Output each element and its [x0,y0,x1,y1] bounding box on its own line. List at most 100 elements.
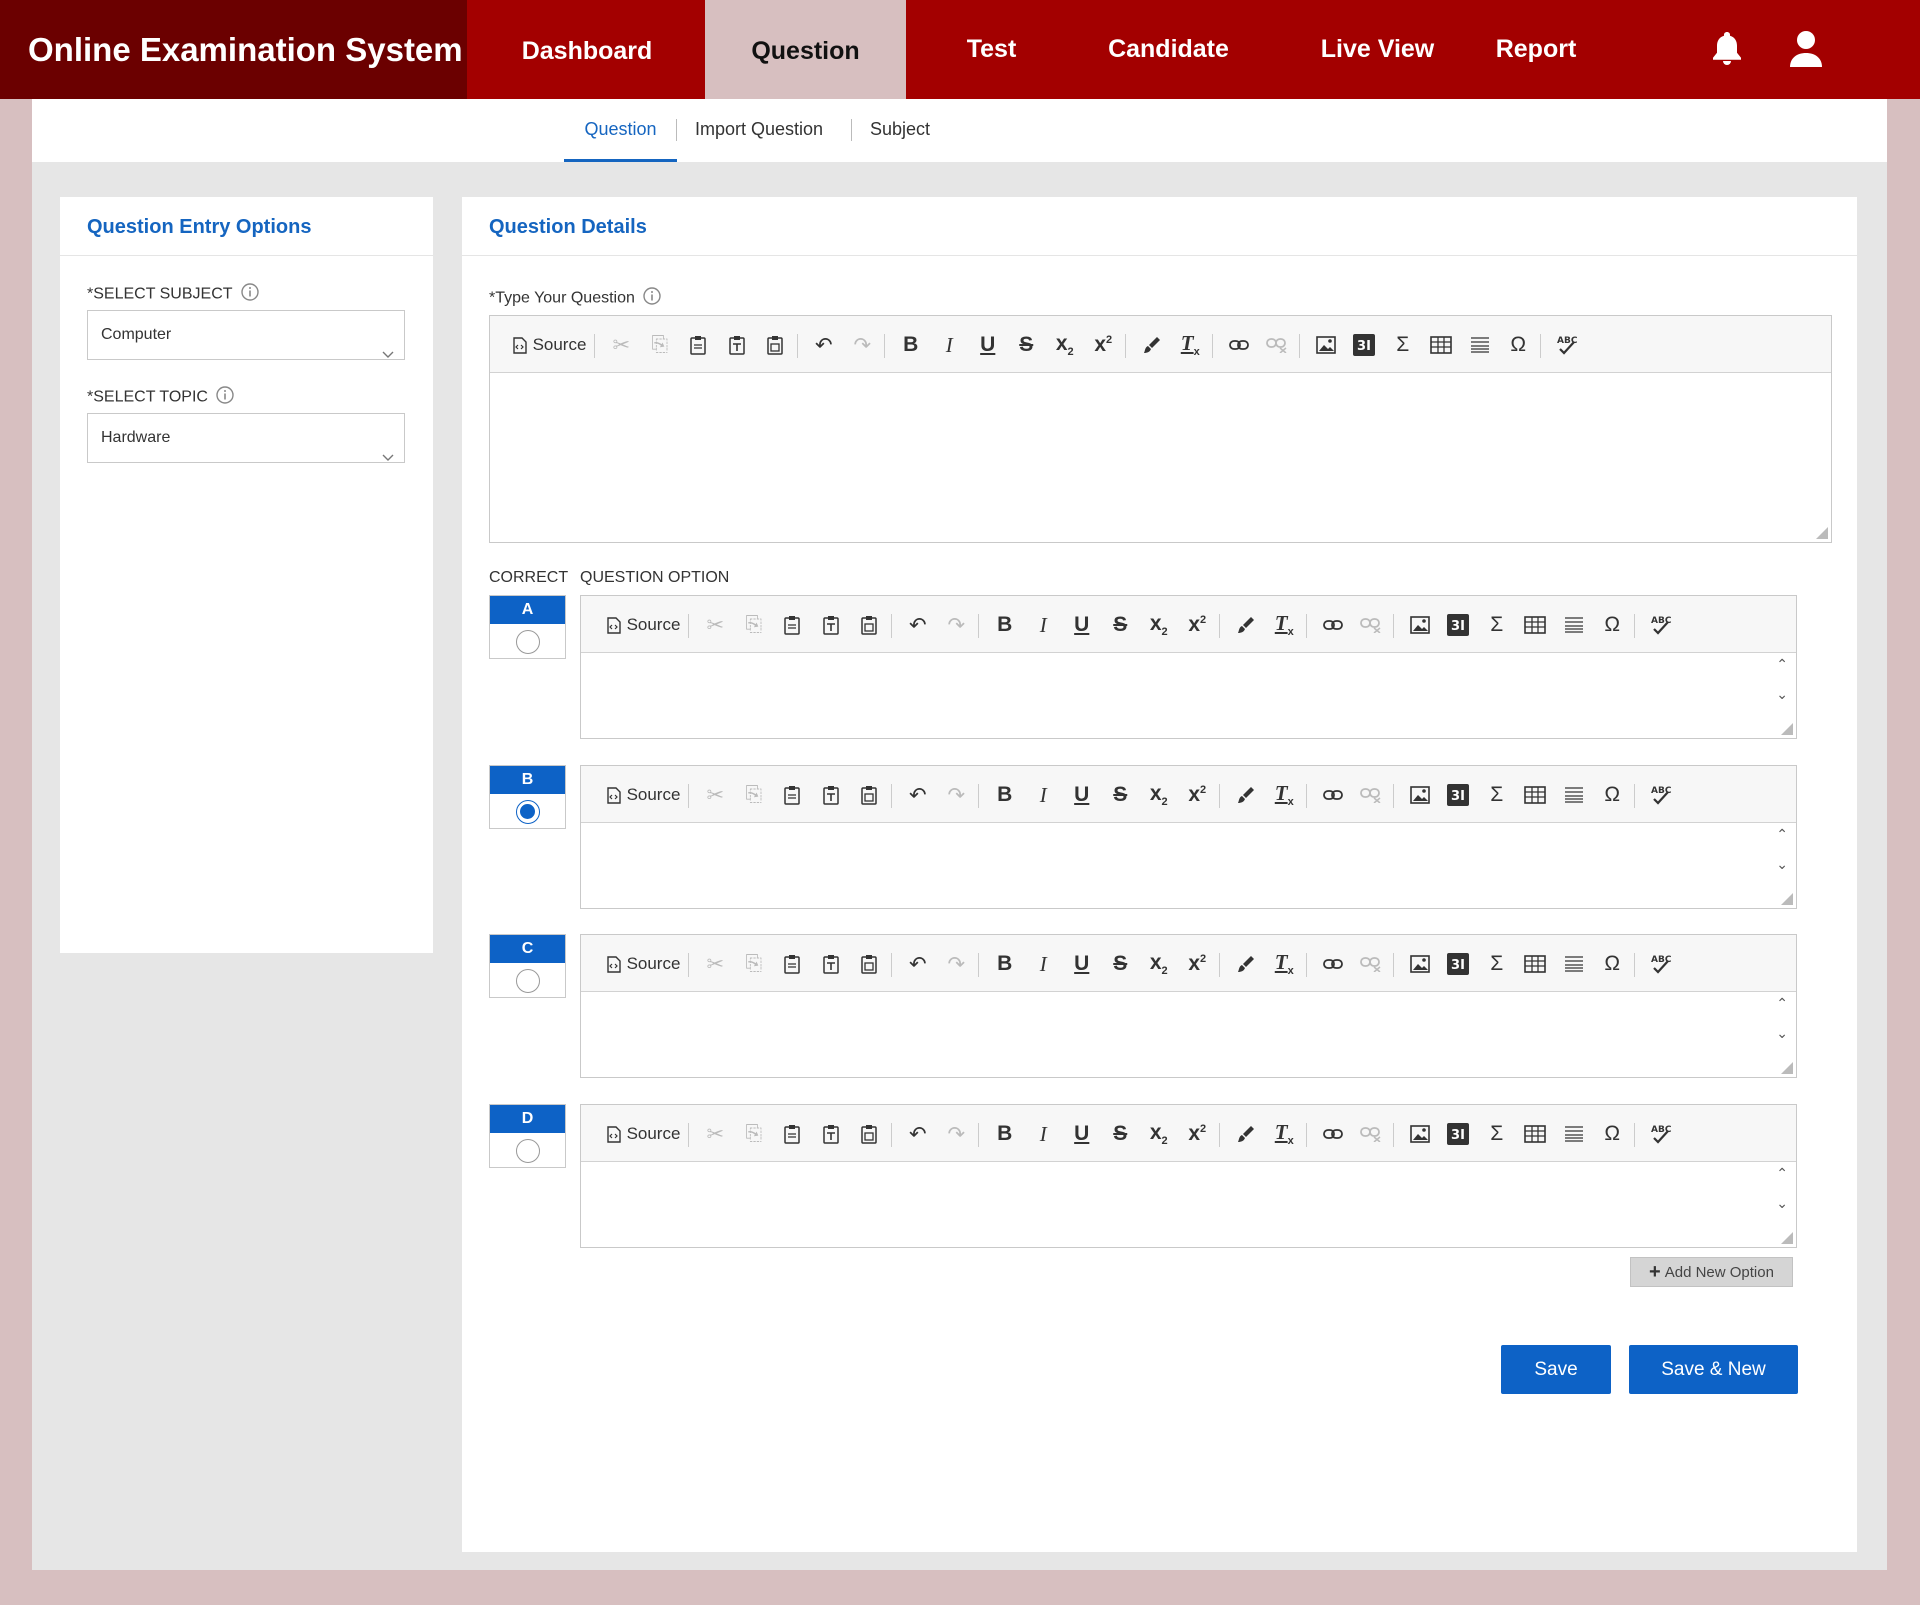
sigma-icon[interactable]: Σ [1478,951,1517,977]
resize-handle[interactable] [1781,1062,1793,1074]
link-icon[interactable] [1314,612,1353,638]
source-button[interactable]: Source [600,782,686,808]
subtab-import-question[interactable]: Import Question [695,99,823,162]
superscript-icon[interactable]: x2 [1178,782,1217,808]
italic-icon[interactable]: I [1024,612,1063,638]
question-text-area[interactable] [490,373,1831,541]
copy-icon[interactable]: ⎘ [735,612,774,638]
topic-select[interactable]: Hardware [87,413,405,463]
copy-icon[interactable]: ⎘ [735,951,774,977]
nav-candidate[interactable]: Candidate [1082,0,1255,99]
horizontal-line-icon[interactable] [1461,332,1500,358]
horizontal-line-icon[interactable] [1555,951,1594,977]
strikethrough-icon[interactable]: S [1101,612,1140,638]
table-icon[interactable] [1516,951,1555,977]
table-icon[interactable] [1422,332,1461,358]
strikethrough-icon[interactable]: S [1101,782,1140,808]
info-icon[interactable] [216,386,234,409]
cut-icon[interactable]: ✂ [602,332,641,358]
option-c-correct-radio[interactable] [516,969,540,993]
remove-format-icon[interactable]: Tx [1265,1120,1304,1147]
resize-handle[interactable] [1781,893,1793,905]
unlink-icon[interactable] [1352,1121,1391,1147]
omega-icon[interactable]: Ω [1499,332,1538,358]
format-painter-icon[interactable] [1227,612,1266,638]
source-button[interactable]: Source [600,951,686,977]
subscript-icon[interactable]: x2 [1140,612,1179,638]
user-icon[interactable] [1788,30,1824,73]
paste-word-icon[interactable] [850,782,889,808]
subtab-question[interactable]: Question [564,99,677,162]
special-char-icon[interactable]: 3I [1439,782,1478,808]
paste-word-icon[interactable] [756,332,795,358]
spellcheck-icon[interactable]: ABC [1642,612,1681,638]
format-painter-icon[interactable] [1133,332,1172,358]
horizontal-line-icon[interactable] [1555,1121,1594,1147]
undo-icon[interactable]: ↶ [899,1121,938,1147]
remove-format-icon[interactable]: Tx [1171,331,1210,358]
special-char-icon[interactable]: 3I [1439,951,1478,977]
unlink-icon[interactable] [1352,951,1391,977]
spellcheck-icon[interactable]: ABC [1642,1121,1681,1147]
link-icon[interactable] [1314,951,1353,977]
paste-icon[interactable] [773,782,812,808]
chevron-down-icon[interactable]: ⌄ [1776,686,1788,703]
sigma-icon[interactable]: Σ [1478,612,1517,638]
redo-icon[interactable]: ↷ [937,1121,976,1147]
link-icon[interactable] [1220,332,1259,358]
paste-text-icon[interactable] [812,951,851,977]
chevron-up-icon[interactable]: ⌃ [1776,1165,1788,1182]
superscript-icon[interactable]: x2 [1178,951,1217,977]
copy-icon[interactable]: ⎘ [735,782,774,808]
unlink-icon[interactable] [1352,612,1391,638]
bold-icon[interactable]: B [986,951,1025,977]
paste-text-icon[interactable] [718,332,757,358]
undo-icon[interactable]: ↶ [899,782,938,808]
chevron-down-icon[interactable]: ⌄ [1776,1195,1788,1212]
bold-icon[interactable]: B [986,1121,1025,1147]
table-icon[interactable] [1516,612,1555,638]
table-icon[interactable] [1516,782,1555,808]
strikethrough-icon[interactable]: S [1101,1121,1140,1147]
underline-icon[interactable]: U [1063,1121,1102,1147]
redo-icon[interactable]: ↷ [937,951,976,977]
save-and-new-button[interactable]: Save & New [1629,1345,1798,1394]
chevron-up-icon[interactable]: ⌃ [1776,826,1788,843]
save-button[interactable]: Save [1501,1345,1611,1394]
paste-word-icon[interactable] [850,951,889,977]
nav-live-view[interactable]: Live View [1300,0,1455,99]
spellcheck-icon[interactable]: ABC [1548,332,1587,358]
paste-icon[interactable] [679,332,718,358]
cut-icon[interactable]: ✂ [696,951,735,977]
subscript-icon[interactable]: x2 [1140,1121,1179,1147]
superscript-icon[interactable]: x2 [1178,612,1217,638]
undo-icon[interactable]: ↶ [805,332,844,358]
image-icon[interactable] [1401,1121,1440,1147]
subscript-icon[interactable]: x2 [1140,951,1179,977]
option-d-editor[interactable]: Source ✂ ⎘ ↶ ↷ B I U Sx2 x2 Tx 3I Σ Ω ABC ⌃ ⌄ [580,1104,1797,1248]
image-icon[interactable] [1401,612,1440,638]
underline-icon[interactable]: U [1063,612,1102,638]
unlink-icon[interactable] [1352,782,1391,808]
paste-icon[interactable] [773,951,812,977]
special-char-icon[interactable]: 3I [1439,1121,1478,1147]
subscript-icon[interactable]: x2 [1046,332,1085,358]
paste-icon[interactable] [773,612,812,638]
horizontal-line-icon[interactable] [1555,782,1594,808]
italic-icon[interactable]: I [1024,1121,1063,1147]
format-painter-icon[interactable] [1227,1121,1266,1147]
option-b-editor[interactable]: Source ✂ ⎘ ↶ ↷ B I U Sx2 x2 Tx 3I Σ Ω ABC ⌃ ⌄ [580,765,1797,909]
bold-icon[interactable]: B [892,332,931,358]
link-icon[interactable] [1314,1121,1353,1147]
remove-format-icon[interactable]: Tx [1265,950,1304,977]
add-new-option-button[interactable]: + Add New Option [1630,1257,1793,1287]
nav-dashboard[interactable]: Dashboard [487,0,687,99]
undo-icon[interactable]: ↶ [899,951,938,977]
option-d-correct-radio[interactable] [516,1139,540,1163]
paste-word-icon[interactable] [850,1121,889,1147]
italic-icon[interactable]: I [1024,951,1063,977]
option-a-correct-radio[interactable] [516,630,540,654]
horizontal-line-icon[interactable] [1555,612,1594,638]
option-a-editor[interactable]: Source ✂ ⎘ ↶ ↷ B I U Sx2 x2 Tx 3I Σ Ω ABC ⌃ ⌄ [580,595,1797,739]
image-icon[interactable] [1401,951,1440,977]
